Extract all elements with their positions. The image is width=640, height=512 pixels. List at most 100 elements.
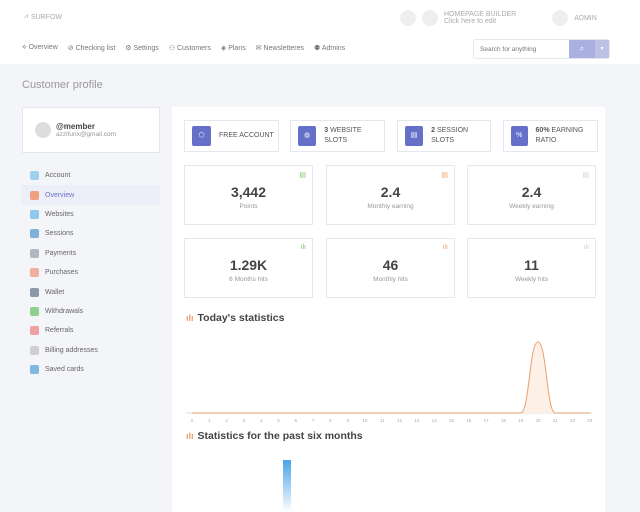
sidebar-item-saved-cards[interactable]: Saved cards [22,360,160,379]
x-tick-label: 7 [312,418,315,423]
badge-percent: % 60% EARNING RATIO [503,120,598,152]
nav-overview[interactable]: ⟡ Overview [22,44,58,52]
homepage-builder-link[interactable]: HOMEPAGE BUILDER Click here to edit [444,11,516,25]
x-tick-label: 12 [397,418,403,423]
builder-icon[interactable] [422,10,438,26]
badge-globe: ◍ 3 WEBSITE SLOTS [290,120,385,152]
badge-text: 60% EARNING RATIO [535,127,584,144]
stat-card: ▤ 2.4 Monthly earning [326,165,455,225]
purchases-icon [30,268,39,278]
globe-icon: ◍ [298,126,317,146]
stat-value: 3,442 [230,184,267,200]
today-stats-title: ılı Today's statistics [186,312,285,324]
stat-label: Weekly earning [509,203,554,210]
stat-card: ılı 11 Weekly hits [467,238,596,298]
page-title: Customer profile [22,79,103,91]
search-box: ⌕ ▾ [473,39,610,59]
stat-label: Monthly earning [367,203,414,210]
payments-icon [30,248,39,258]
admin-avatar[interactable] [552,10,569,26]
sidebar-item-label: Saved cards [45,366,84,374]
stat-label: Weekly hits [514,276,549,283]
sidebar-item-payments[interactable]: Payments [22,244,160,263]
percent-icon: % [511,126,528,146]
six-months-title: ılı Statistics for the past six months [186,430,363,442]
sidebar-item-websites[interactable]: Websites [22,205,160,224]
sidebar-menu: Account Overview Websites Sessions Payments P… [22,166,160,379]
sidebar-item-sessions[interactable]: Sessions [22,224,160,243]
sidebar-item-account[interactable]: Account [22,166,160,185]
stat-card: ▤ 2.4 Weekly earning [467,165,596,225]
badge-shield: ⬡ FREE ACCOUNT [184,120,279,152]
chevron-down-icon: ▾ [600,46,604,52]
sidebar-item-wallet[interactable]: Wallet [22,282,160,301]
stat-value: 2.4 [521,184,542,200]
stat-card: ▤ 3,442 Points [184,165,313,225]
withdrawals-icon [30,306,39,316]
bar-chart-icon: ılı [186,431,194,441]
x-tick-label: 20 [535,418,541,423]
logo-icon: ⩘ [24,13,28,20]
logo[interactable]: ⩘ SURFOW [24,13,62,21]
admin-label[interactable]: ADMIN [574,15,597,22]
stat-value: 1.29K [229,257,268,273]
search-button[interactable]: ⌕ [569,40,595,58]
area-fill [192,342,590,413]
nav-plans[interactable]: ◈ Plans [221,44,246,52]
sidebar-item-label: Billing addresses [45,346,98,354]
x-tick-label: 9 [346,418,349,423]
nav-newsletters[interactable]: ✉ Newsletteres [256,44,304,52]
nav-checking-list[interactable]: ⊘ Checking list [68,44,116,52]
wallet-icon [30,287,39,297]
sidebar-item-label: Payments [45,249,77,257]
x-tick-label: 5 [277,418,280,423]
sidebar-item-label: Sessions [45,230,74,238]
x-tick-label: 19 [518,418,524,423]
nav-customers[interactable]: ⚇ Customers [169,44,211,52]
email: azzifunx@gmail.com [56,131,117,138]
stat-label: 6 Months hits [229,276,268,283]
x-tick-label: 11 [380,418,385,423]
sidebar-item-withdrawals[interactable]: Withdrawals [22,302,160,321]
sidebar-item-billing-addresses[interactable]: Billing addresses [22,341,160,360]
nav-settings[interactable]: ⚙ Settings [125,44,159,52]
stat-label: Points [239,203,258,210]
stat-card: ılı 1.29K 6 Months hits [184,238,313,298]
sidebar-item-label: Websites [45,210,74,218]
x-tick-label: 0 [191,418,194,423]
websites-icon [30,209,39,219]
stat-value: 11 [524,257,539,273]
search-input[interactable] [474,40,569,58]
x-tick-label: 8 [329,418,332,423]
x-tick-label: 4 [260,418,263,423]
wallet-icon: ▤ [441,172,448,179]
search-dropdown[interactable]: ▾ [595,40,609,58]
chart-icon: ılı [442,244,448,251]
nav-admins[interactable]: ⚉ Admins [314,44,345,52]
x-tick-label: 22 [570,418,576,423]
x-tick-label: 21 [553,418,559,423]
x-tick-label: 3 [243,418,246,423]
wallet-icon: ▤ [299,172,306,179]
referrals-icon [30,326,39,336]
chart-icon: ılı [583,244,589,251]
settings-icon[interactable] [400,10,416,26]
billing-addresses-icon [30,345,39,355]
sidebar-item-referrals[interactable]: Referrals [22,321,160,340]
shield-icon: ⬡ [192,126,211,146]
badge-text: 3 WEBSITE SLOTS [324,127,362,144]
header-right: HOMEPAGE BUILDER Click here to edit ADMIN [400,10,597,26]
x-tick-label: 10 [362,418,368,423]
stat-value: 46 [382,257,399,273]
stat-card: ılı 46 Monthly hits [326,238,455,298]
sidebar-item-label: Overview [45,191,75,199]
x-tick-label: 15 [449,418,455,423]
x-tick-label: 2 [225,418,228,423]
logo-text: SURFOW [30,13,63,21]
sidebar-item-purchases[interactable]: Purchases [22,263,160,282]
sidebar-item-overview[interactable]: Overview [22,185,160,205]
x-tick-label: 1 [208,418,211,423]
sidebar-item-label: Account [45,172,71,180]
x-tick-label: 14 [432,418,438,423]
x-tick-label: 13 [414,418,420,423]
